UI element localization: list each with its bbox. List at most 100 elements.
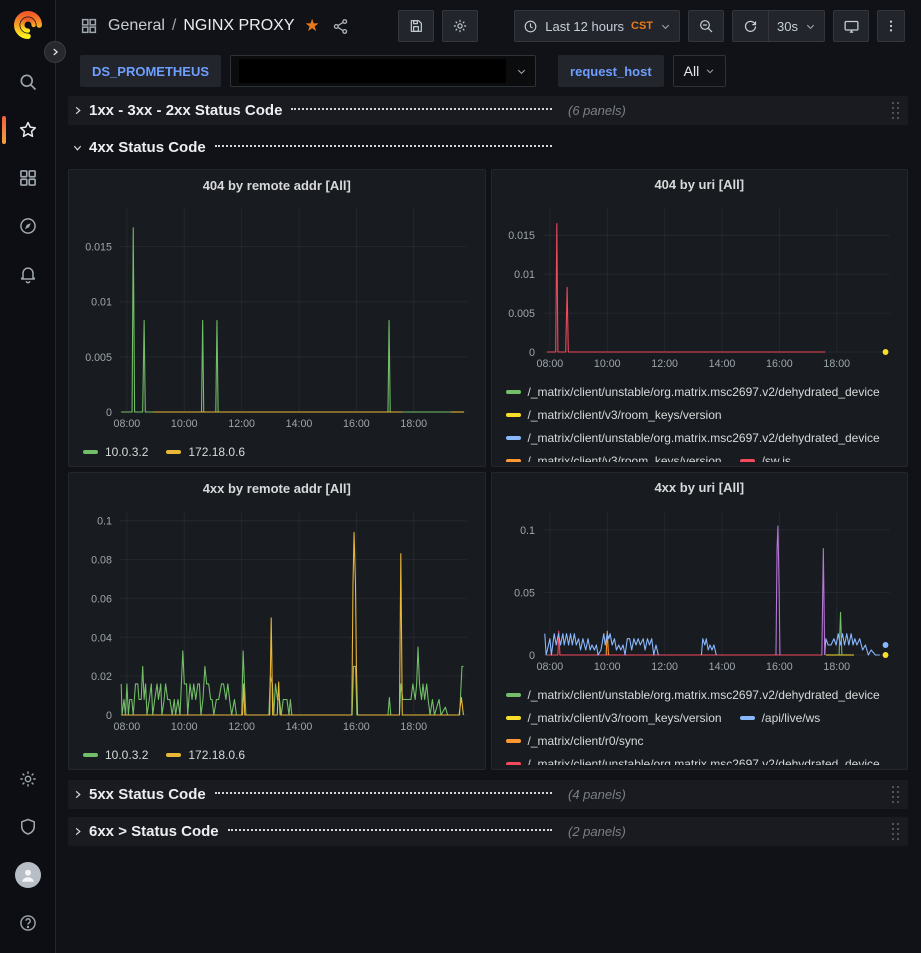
row-drag-handle[interactable] — [891, 785, 900, 804]
legend-label: /_matrix/client/unstable/org.matrix.msc2… — [528, 385, 880, 399]
chart-plot-404-by-remote-addr[interactable]: 08:0010:0012:0014:0016:0018:0000.0050.01… — [75, 200, 479, 434]
time-range-picker[interactable]: Last 12 hours CST — [514, 10, 680, 42]
svg-text:14:00: 14:00 — [286, 721, 313, 733]
legend-label: /api/live/ws — [762, 711, 821, 725]
legend-item[interactable]: /_matrix/client/unstable/org.matrix.msc2… — [506, 686, 880, 704]
legend-item[interactable]: /_matrix/client/unstable/org.matrix.msc2… — [506, 429, 880, 447]
legend-item[interactable]: 10.0.3.2 — [83, 746, 148, 764]
legend-swatch — [506, 390, 521, 394]
save-icon — [408, 18, 424, 34]
svg-text:12:00: 12:00 — [651, 661, 678, 673]
dashboard-grid-icon[interactable] — [80, 17, 98, 35]
sidebar-expand-button[interactable] — [44, 41, 66, 63]
legend-swatch — [506, 693, 521, 697]
svg-text:14:00: 14:00 — [708, 661, 735, 673]
sidebar-item-dashboards[interactable] — [0, 154, 56, 202]
row-header-6xx[interactable]: 6xx > Status Code (2 panels) — [68, 817, 908, 846]
svg-text:08:00: 08:00 — [536, 358, 563, 370]
legend-swatch — [83, 753, 98, 757]
grafana-logo[interactable] — [13, 10, 43, 40]
admin-shield-icon — [18, 817, 38, 837]
dotted-leader — [215, 792, 552, 794]
panel-legend: /_matrix/client/unstable/org.matrix.msc2… — [498, 379, 902, 462]
panel-title[interactable]: 404 by remote addr [All] — [75, 170, 479, 200]
sidebar-item-starred[interactable] — [0, 106, 56, 154]
legend-label: /_matrix/client/unstable/org.matrix.msc2… — [528, 757, 880, 765]
breadcrumb-dashboard-title[interactable]: NGINX PROXY — [183, 17, 294, 35]
svg-text:0.01: 0.01 — [91, 297, 112, 309]
panel-4xx-by-uri: 4xx by uri [All]08:0010:0012:0014:0016:0… — [491, 472, 909, 770]
row-header-1xx-3xx-2xx[interactable]: 1xx - 3xx - 2xx Status Code (6 panels) — [68, 96, 908, 125]
favorite-star-icon[interactable]: ★ — [305, 16, 320, 36]
kebab-menu-button[interactable] — [877, 10, 905, 42]
top-navbar: General / NGINX PROXY ★ Last 12 hours CS… — [56, 0, 921, 52]
sidebar-item-profile[interactable] — [0, 851, 56, 899]
sidebar-item-server-admin[interactable] — [0, 803, 56, 851]
legend-label: 10.0.3.2 — [105, 748, 148, 762]
dashboards-grid-icon — [18, 168, 38, 188]
svg-text:0.05: 0.05 — [514, 587, 535, 599]
refresh-interval-select[interactable]: 30s — [768, 10, 825, 42]
variable-select-request-host[interactable]: All — [673, 55, 727, 87]
legend-item[interactable]: 10.0.3.2 — [83, 443, 148, 461]
legend-item[interactable]: /_matrix/client/r0/sync — [506, 732, 644, 750]
main-area: General / NGINX PROXY ★ Last 12 hours CS… — [56, 0, 921, 953]
legend-item[interactable]: /_matrix/client/v3/room_keys/version — [506, 406, 722, 424]
panel-grid: 404 by remote addr [All]08:0010:0012:001… — [68, 169, 908, 770]
chart-plot-4xx-by-remote-addr[interactable]: 08:0010:0012:0014:0016:0018:0000.020.040… — [75, 503, 479, 737]
chart-plot-404-by-uri[interactable]: 08:0010:0012:0014:0016:0018:0000.0050.01… — [498, 200, 902, 374]
panel-404-by-remote-addr: 404 by remote addr [All]08:0010:0012:001… — [68, 169, 486, 467]
legend-item[interactable]: /_matrix/client/v3/room_keys/version — [506, 709, 722, 727]
panel-4xx-by-remote-addr: 4xx by remote addr [All]08:0010:0012:001… — [68, 472, 486, 770]
panel-title[interactable]: 4xx by uri [All] — [498, 473, 902, 503]
dashboard-settings-button[interactable] — [442, 10, 478, 42]
legend-swatch — [166, 450, 181, 454]
sidebar-item-alerting[interactable] — [0, 250, 56, 298]
svg-text:16:00: 16:00 — [766, 661, 793, 673]
legend-item[interactable]: 172.18.0.6 — [166, 443, 245, 461]
sidebar-item-configuration[interactable] — [0, 755, 56, 803]
row-drag-handle[interactable] — [891, 822, 900, 841]
chart-plot-4xx-by-uri[interactable]: 08:0010:0012:0014:0016:0018:0000.050.1 — [498, 503, 902, 677]
panel-title[interactable]: 4xx by remote addr [All] — [75, 473, 479, 503]
legend-swatch — [506, 716, 521, 720]
variable-select-ds-prometheus[interactable] — [230, 55, 536, 87]
kebab-icon — [883, 18, 899, 34]
row-drag-handle[interactable] — [891, 101, 900, 120]
chevron-right-icon — [72, 789, 83, 800]
panel-legend: 10.0.3.2 172.18.0.6 — [75, 439, 479, 461]
sidebar-item-explore[interactable] — [0, 202, 56, 250]
legend-item[interactable]: 172.18.0.6 — [166, 746, 245, 764]
clock-icon — [523, 19, 538, 34]
legend-item[interactable]: /sw.js — [740, 452, 791, 462]
zoom-out-time-button[interactable] — [688, 10, 724, 42]
panel-legend: /_matrix/client/unstable/org.matrix.msc2… — [498, 682, 902, 765]
share-icon[interactable] — [332, 18, 349, 35]
svg-text:0: 0 — [106, 407, 112, 419]
refresh-icon — [743, 19, 758, 34]
dotted-leader — [291, 108, 552, 110]
row-left: 1xx - 3xx - 2xx Status Code — [72, 102, 554, 119]
settings-gear-icon — [18, 769, 38, 789]
breadcrumb-section[interactable]: General — [108, 17, 165, 35]
legend-label: 172.18.0.6 — [188, 748, 245, 762]
legend-item[interactable]: /api/live/ws — [740, 709, 821, 727]
refresh-button[interactable] — [732, 10, 768, 42]
cycle-view-mode-button[interactable] — [833, 10, 869, 42]
legend-item[interactable]: /_matrix/client/unstable/org.matrix.msc2… — [506, 755, 880, 765]
save-dashboard-button[interactable] — [398, 10, 434, 42]
sidebar-item-search[interactable] — [0, 58, 56, 106]
svg-text:10:00: 10:00 — [171, 418, 198, 430]
panel-title[interactable]: 404 by uri [All] — [498, 170, 902, 200]
svg-text:0: 0 — [529, 650, 535, 662]
legend-item[interactable]: /_matrix/client/unstable/org.matrix.msc2… — [506, 383, 880, 401]
legend-item[interactable]: /_matrix/client/v3/room_keys/version — [506, 452, 722, 462]
row-header-4xx[interactable]: 4xx Status Code — [68, 133, 908, 162]
svg-text:0.015: 0.015 — [85, 241, 112, 253]
row-header-5xx[interactable]: 5xx Status Code (4 panels) — [68, 780, 908, 809]
toolbar-actions: Last 12 hours CST 30s — [398, 10, 905, 42]
sidebar-item-help[interactable] — [0, 899, 56, 947]
svg-text:12:00: 12:00 — [651, 358, 678, 370]
time-zone-label: CST — [631, 20, 653, 32]
svg-text:0.1: 0.1 — [520, 524, 535, 536]
